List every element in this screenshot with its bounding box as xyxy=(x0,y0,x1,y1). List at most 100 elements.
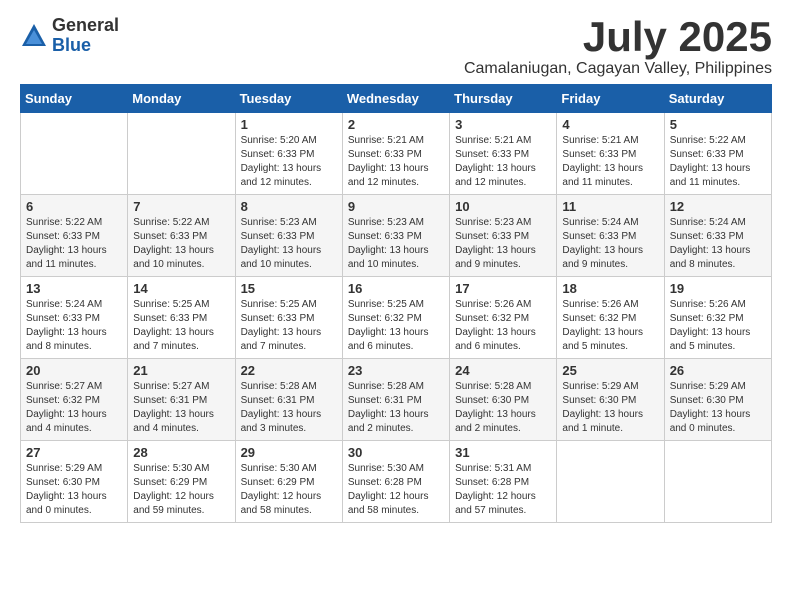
day-detail: Sunrise: 5:23 AM Sunset: 6:33 PM Dayligh… xyxy=(241,216,337,272)
calendar-cell: 19Sunrise: 5:26 AM Sunset: 6:32 PM Dayli… xyxy=(664,277,771,359)
calendar-cell: 18Sunrise: 5:26 AM Sunset: 6:32 PM Dayli… xyxy=(557,277,664,359)
day-detail: Sunrise: 5:28 AM Sunset: 6:31 PM Dayligh… xyxy=(348,380,444,436)
logo-general-text: General xyxy=(52,16,119,36)
day-detail: Sunrise: 5:29 AM Sunset: 6:30 PM Dayligh… xyxy=(562,380,658,436)
calendar-cell: 2 Sunrise: 5:21 AM Sunset: 6:33 PM Daylig… xyxy=(342,113,449,195)
day-number: 30 xyxy=(348,445,444,460)
day-number: 25 xyxy=(562,363,658,378)
calendar-cell: 20Sunrise: 5:27 AM Sunset: 6:32 PM Dayli… xyxy=(21,359,128,441)
calendar-cell: 29Sunrise: 5:30 AM Sunset: 6:29 PM Dayli… xyxy=(235,441,342,523)
calendar-cell: 6 Sunrise: 5:22 AM Sunset: 6:33 PM Daylig… xyxy=(21,195,128,277)
day-detail: Sunrise: 5:22 AM Sunset: 6:33 PM Dayligh… xyxy=(133,216,229,272)
day-number: 21 xyxy=(133,363,229,378)
day-number: 3 xyxy=(455,117,551,132)
day-number: 11 xyxy=(562,199,658,214)
calendar-cell: 27Sunrise: 5:29 AM Sunset: 6:30 PM Dayli… xyxy=(21,441,128,523)
weekday-header-monday: Monday xyxy=(128,85,235,113)
calendar-cell: 1 Sunrise: 5:20 AM Sunset: 6:33 PM Daylig… xyxy=(235,113,342,195)
day-number: 10 xyxy=(455,199,551,214)
calendar-cell xyxy=(664,441,771,523)
calendar-cell xyxy=(557,441,664,523)
day-number: 23 xyxy=(348,363,444,378)
day-detail: Sunrise: 5:24 AM Sunset: 6:33 PM Dayligh… xyxy=(670,216,766,272)
weekday-header-tuesday: Tuesday xyxy=(235,85,342,113)
calendar-week-row: 27Sunrise: 5:29 AM Sunset: 6:30 PM Dayli… xyxy=(21,441,772,523)
calendar-cell: 30 Sunrise: 5:30 AM Sunset: 6:28 PM Dayli… xyxy=(342,441,449,523)
day-number: 29 xyxy=(241,445,337,460)
calendar-cell: 22 Sunrise: 5:28 AM Sunset: 6:31 PM Dayli… xyxy=(235,359,342,441)
logo: General Blue xyxy=(20,16,119,56)
day-detail: Sunrise: 5:25 AM Sunset: 6:33 PM Dayligh… xyxy=(133,298,229,354)
day-number: 9 xyxy=(348,199,444,214)
day-number: 15 xyxy=(241,281,337,296)
day-number: 14 xyxy=(133,281,229,296)
logo-icon xyxy=(20,22,48,50)
calendar-cell: 11Sunrise: 5:24 AM Sunset: 6:33 PM Dayli… xyxy=(557,195,664,277)
calendar-cell: 12 Sunrise: 5:24 AM Sunset: 6:33 PM Dayli… xyxy=(664,195,771,277)
calendar-cell: 16Sunrise: 5:25 AM Sunset: 6:32 PM Dayli… xyxy=(342,277,449,359)
day-detail: Sunrise: 5:27 AM Sunset: 6:31 PM Dayligh… xyxy=(133,380,229,436)
calendar-cell xyxy=(21,113,128,195)
day-detail: Sunrise: 5:26 AM Sunset: 6:32 PM Dayligh… xyxy=(455,298,551,354)
calendar-week-row: 6 Sunrise: 5:22 AM Sunset: 6:33 PM Daylig… xyxy=(21,195,772,277)
day-detail: Sunrise: 5:20 AM Sunset: 6:33 PM Dayligh… xyxy=(241,134,337,190)
weekday-header-thursday: Thursday xyxy=(450,85,557,113)
weekday-header-row: SundayMondayTuesdayWednesdayThursdayFrid… xyxy=(21,85,772,113)
day-detail: Sunrise: 5:21 AM Sunset: 6:33 PM Dayligh… xyxy=(455,134,551,190)
calendar-week-row: 1 Sunrise: 5:20 AM Sunset: 6:33 PM Daylig… xyxy=(21,113,772,195)
day-detail: Sunrise: 5:31 AM Sunset: 6:28 PM Dayligh… xyxy=(455,462,551,518)
calendar-cell: 13 Sunrise: 5:24 AM Sunset: 6:33 PM Dayli… xyxy=(21,277,128,359)
day-detail: Sunrise: 5:23 AM Sunset: 6:33 PM Dayligh… xyxy=(455,216,551,272)
calendar-cell: 7Sunrise: 5:22 AM Sunset: 6:33 PM Daylig… xyxy=(128,195,235,277)
logo-text: General Blue xyxy=(52,16,119,56)
day-detail: Sunrise: 5:25 AM Sunset: 6:33 PM Dayligh… xyxy=(241,298,337,354)
day-number: 17 xyxy=(455,281,551,296)
day-detail: Sunrise: 5:21 AM Sunset: 6:33 PM Dayligh… xyxy=(348,134,444,190)
day-number: 26 xyxy=(670,363,766,378)
day-detail: Sunrise: 5:28 AM Sunset: 6:30 PM Dayligh… xyxy=(455,380,551,436)
calendar-cell: 25 Sunrise: 5:29 AM Sunset: 6:30 PM Dayli… xyxy=(557,359,664,441)
day-detail: Sunrise: 5:30 AM Sunset: 6:28 PM Dayligh… xyxy=(348,462,444,518)
calendar-cell: 9 Sunrise: 5:23 AM Sunset: 6:33 PM Daylig… xyxy=(342,195,449,277)
month-title: July 2025 xyxy=(464,16,772,58)
calendar-table: SundayMondayTuesdayWednesdayThursdayFrid… xyxy=(20,84,772,523)
weekday-header-friday: Friday xyxy=(557,85,664,113)
calendar-cell: 3 Sunrise: 5:21 AM Sunset: 6:33 PM Daylig… xyxy=(450,113,557,195)
day-number: 16 xyxy=(348,281,444,296)
day-number: 8 xyxy=(241,199,337,214)
day-number: 12 xyxy=(670,199,766,214)
day-number: 5 xyxy=(670,117,766,132)
calendar-cell: 4 Sunrise: 5:21 AM Sunset: 6:33 PM Daylig… xyxy=(557,113,664,195)
day-detail: Sunrise: 5:24 AM Sunset: 6:33 PM Dayligh… xyxy=(26,298,122,354)
day-number: 22 xyxy=(241,363,337,378)
day-detail: Sunrise: 5:21 AM Sunset: 6:33 PM Dayligh… xyxy=(562,134,658,190)
day-number: 19 xyxy=(670,281,766,296)
day-number: 28 xyxy=(133,445,229,460)
day-number: 1 xyxy=(241,117,337,132)
day-number: 13 xyxy=(26,281,122,296)
calendar-cell: 10 Sunrise: 5:23 AM Sunset: 6:33 PM Dayli… xyxy=(450,195,557,277)
calendar-cell xyxy=(128,113,235,195)
day-number: 6 xyxy=(26,199,122,214)
day-number: 4 xyxy=(562,117,658,132)
calendar-cell: 28 Sunrise: 5:30 AM Sunset: 6:29 PM Dayli… xyxy=(128,441,235,523)
day-detail: Sunrise: 5:27 AM Sunset: 6:32 PM Dayligh… xyxy=(26,380,122,436)
day-detail: Sunrise: 5:30 AM Sunset: 6:29 PM Dayligh… xyxy=(133,462,229,518)
calendar-cell: 14 Sunrise: 5:25 AM Sunset: 6:33 PM Dayli… xyxy=(128,277,235,359)
day-number: 24 xyxy=(455,363,551,378)
day-detail: Sunrise: 5:28 AM Sunset: 6:31 PM Dayligh… xyxy=(241,380,337,436)
logo-blue-text: Blue xyxy=(52,36,119,56)
day-detail: Sunrise: 5:22 AM Sunset: 6:33 PM Dayligh… xyxy=(26,216,122,272)
weekday-header-wednesday: Wednesday xyxy=(342,85,449,113)
day-number: 18 xyxy=(562,281,658,296)
page-header: General Blue July 2025 Camalaniugan, Cag… xyxy=(20,16,772,78)
calendar-cell: 17 Sunrise: 5:26 AM Sunset: 6:32 PM Dayli… xyxy=(450,277,557,359)
calendar-cell: 8 Sunrise: 5:23 AM Sunset: 6:33 PM Daylig… xyxy=(235,195,342,277)
calendar-cell: 23 Sunrise: 5:28 AM Sunset: 6:31 PM Dayli… xyxy=(342,359,449,441)
calendar-cell: 31Sunrise: 5:31 AM Sunset: 6:28 PM Dayli… xyxy=(450,441,557,523)
day-detail: Sunrise: 5:29 AM Sunset: 6:30 PM Dayligh… xyxy=(670,380,766,436)
day-detail: Sunrise: 5:22 AM Sunset: 6:33 PM Dayligh… xyxy=(670,134,766,190)
day-number: 2 xyxy=(348,117,444,132)
day-detail: Sunrise: 5:29 AM Sunset: 6:30 PM Dayligh… xyxy=(26,462,122,518)
day-detail: Sunrise: 5:23 AM Sunset: 6:33 PM Dayligh… xyxy=(348,216,444,272)
